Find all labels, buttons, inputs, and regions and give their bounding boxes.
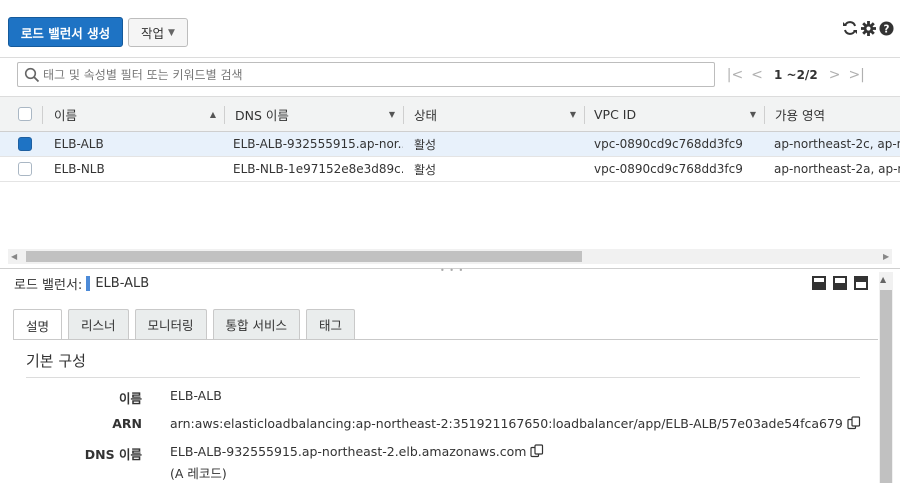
filter-search-box[interactable] [17,62,715,87]
select-all-checkbox[interactable] [18,107,32,121]
copy-icon[interactable] [530,444,544,458]
tab-integrated-services[interactable]: 통합 서비스 [212,309,301,339]
cell-az: ap-northeast-2a, ap-nor [774,162,900,176]
prev-page-icon[interactable]: < [746,67,768,83]
field-note-dns: (A 레코드) [170,466,227,481]
top-icon-group: ? [842,18,894,38]
column-header-state[interactable]: 상태 ▼ [414,97,584,131]
column-header-dns[interactable]: DNS 이름 ▼ [235,97,403,131]
layout-split-icon[interactable] [833,276,847,290]
pagination: |< < 1 ~2/2 > >| [724,62,868,87]
field-label-dns: DNS 이름 [84,447,142,462]
gear-icon[interactable] [860,20,876,36]
cell-vpc: vpc-0890cd9c768dd3fc9 [594,137,743,151]
last-page-icon[interactable]: >| [846,67,868,83]
tab-monitoring[interactable]: 모니터링 [134,309,207,339]
row-checkbox[interactable] [18,137,32,151]
chevron-down-icon: ▼ [168,27,175,38]
svg-text:?: ? [883,23,889,35]
column-header-name[interactable]: 이름 ▲ [54,97,224,131]
page-info: 1 ~2/2 [774,67,818,82]
layout-toggle-group [812,276,868,290]
layout-bottom-icon[interactable] [812,276,826,290]
toolbar-divider [0,57,900,58]
column-header-az[interactable]: 가용 영역 [775,97,900,131]
tab-divider [13,339,878,340]
actions-label: 작업 [141,26,165,41]
refresh-icon[interactable] [842,20,858,36]
cell-az: ap-northeast-2c, ap-nor [774,137,900,151]
column-header-vpc[interactable]: VPC ID ▼ [594,97,764,131]
scroll-right-icon[interactable]: ▶ [883,252,889,261]
search-input[interactable] [43,67,703,82]
field-label-name: 이름 [118,391,142,406]
create-load-balancer-button[interactable]: 로드 밸런서 생성 [8,17,123,47]
cell-state: 활성 [414,162,437,177]
sort-icon: ▼ [388,109,395,119]
detail-title: 로드 밸런서: ELB-ALB [14,275,150,293]
tab-description[interactable]: 설명 [13,309,63,340]
cell-name: ELB-NLB [54,162,105,176]
table-row[interactable]: ELB-NLB ELB-NLB-1e97152e8e3d89c... 활성 vp… [0,157,900,182]
field-label-arn: ARN [112,416,142,431]
field-value-name: ELB-ALB [170,388,222,403]
row-checkbox[interactable] [18,162,32,176]
table-header: 이름 ▲ DNS 이름 ▼ 상태 ▼ VPC ID ▼ 가용 영역 [0,96,900,132]
vertical-scroll-thumb[interactable] [880,290,892,483]
resize-grip-icon[interactable]: • • • [440,266,464,275]
field-value-dns: ELB-ALB-932555915.ap-northeast-2.elb.ama… [170,444,544,459]
cell-vpc: vpc-0890cd9c768dd3fc9 [594,162,743,176]
scroll-up-icon[interactable]: ▲ [880,275,886,284]
cell-dns: ELB-NLB-1e97152e8e3d89c... [233,162,403,176]
layout-top-icon[interactable] [854,276,868,290]
cell-dns: ELB-ALB-932555915.ap-nor... [233,137,403,151]
field-value-arn: arn:aws:elasticloadbalancing:ap-northeas… [170,416,861,431]
tab-tags[interactable]: 태그 [306,309,356,339]
copy-icon[interactable] [847,416,861,430]
next-page-icon[interactable]: > [824,67,846,83]
tab-listeners[interactable]: 리스너 [68,309,129,339]
scroll-left-icon[interactable]: ◀ [11,252,17,261]
help-icon[interactable]: ? [878,20,894,36]
horizontal-scroll-thumb[interactable] [26,251,582,262]
cell-name: ELB-ALB [54,137,104,151]
actions-dropdown-button[interactable]: 작업 ▼ [128,18,188,47]
search-icon [24,67,40,82]
section-divider [26,377,860,378]
cell-state: 활성 [414,137,437,152]
detail-tabs: 설명 리스너 모니터링 통합 서비스 태그 [13,309,356,340]
sort-asc-icon: ▲ [209,109,216,119]
sort-icon: ▼ [749,109,756,119]
first-page-icon[interactable]: |< [724,67,746,83]
table-row[interactable]: ELB-ALB ELB-ALB-932555915.ap-nor... 활성 v… [0,132,900,157]
selection-color-marker [86,275,91,291]
section-title: 기본 구성 [26,352,86,370]
sort-icon: ▼ [569,109,576,119]
